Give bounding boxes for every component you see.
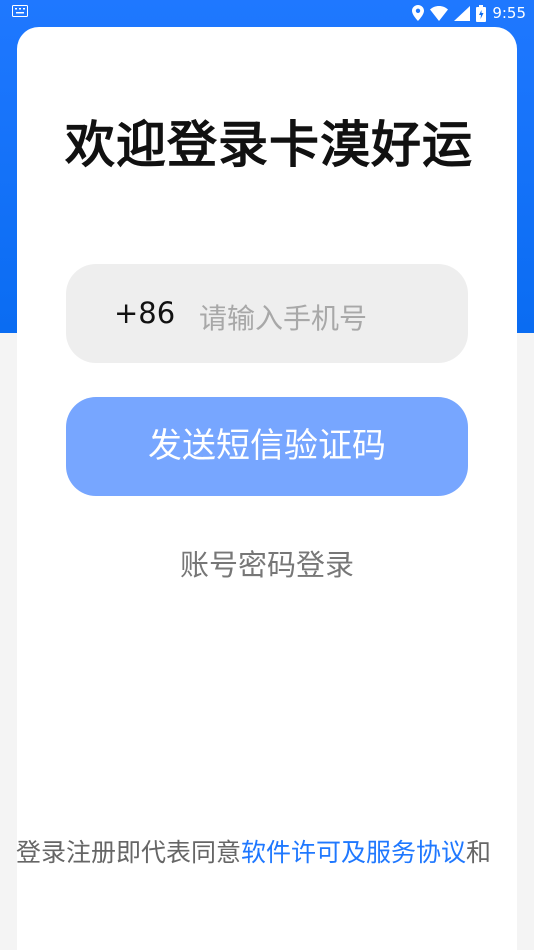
agreement-text: 登录注册即代表同意软件许可及服务协议和 bbox=[16, 833, 526, 869]
password-login-link[interactable]: 账号密码登录 bbox=[17, 542, 517, 584]
software-license-link[interactable]: 软件许可及服务协议 bbox=[241, 838, 466, 867]
keyboard-icon bbox=[12, 5, 28, 17]
status-bar: 9:55 bbox=[0, 0, 534, 26]
wifi-icon bbox=[430, 5, 449, 21]
phone-input-field[interactable]: +86 请输入手机号 bbox=[66, 264, 468, 363]
page-title: 欢迎登录卡漠好运 bbox=[65, 116, 473, 174]
agreement-prefix: 登录注册即代表同意 bbox=[16, 838, 242, 867]
battery-icon bbox=[476, 4, 487, 22]
send-sms-code-button[interactable]: 发送短信验证码 bbox=[66, 397, 468, 496]
agreement-suffix: 和 bbox=[466, 838, 492, 867]
phone-input-placeholder[interactable]: 请输入手机号 bbox=[199, 297, 367, 337]
signal-icon bbox=[454, 5, 471, 21]
country-code[interactable]: +86 bbox=[114, 296, 175, 330]
status-time: 9:55 bbox=[492, 4, 526, 22]
login-card: 欢迎登录卡漠好运 +86 请输入手机号 发送短信验证码 账号密码登录 登录注册即… bbox=[16, 27, 517, 950]
location-icon bbox=[412, 5, 425, 21]
